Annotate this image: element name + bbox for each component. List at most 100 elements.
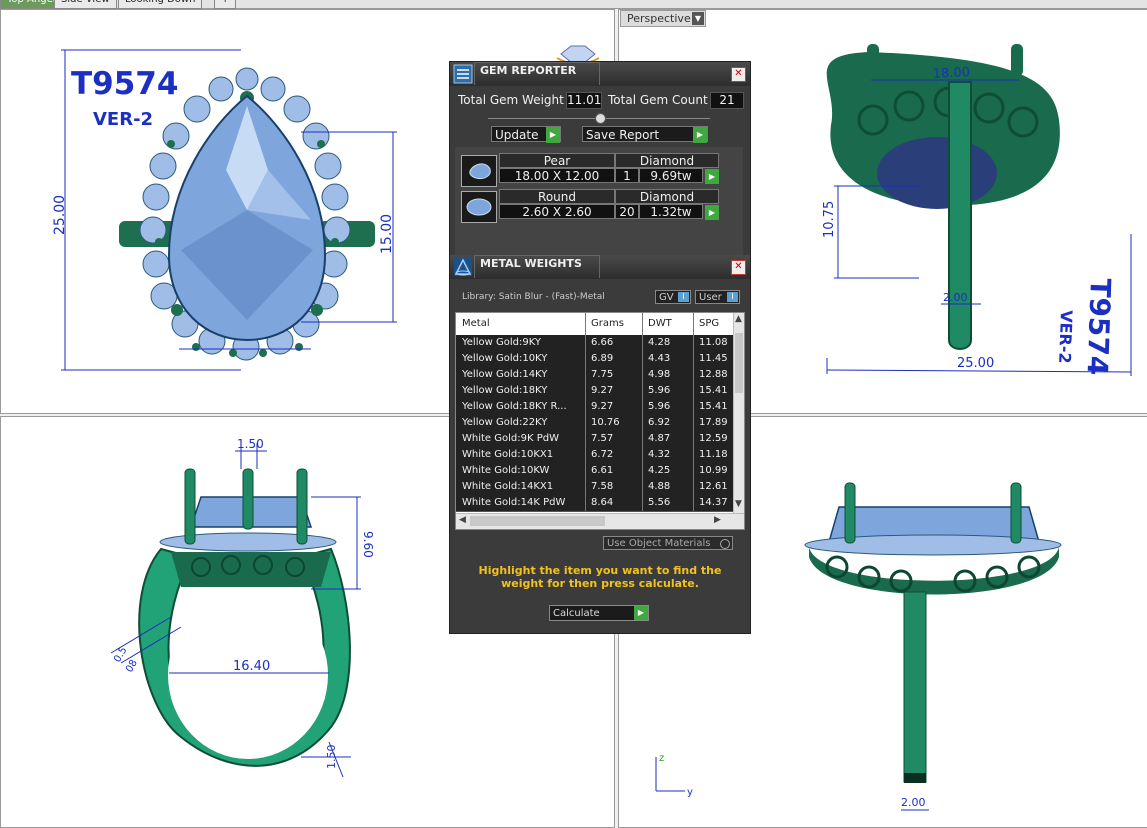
dim-shank-label: 1.50 <box>325 745 338 770</box>
metal-weights-header[interactable]: METAL WEIGHTS ✕ <box>450 255 750 279</box>
cell-metal: Yellow Gold:18KY <box>462 385 548 396</box>
axis-y-label: y <box>687 787 693 798</box>
dim-angled-label-1: 0.5 <box>112 645 129 664</box>
update-label: Update <box>495 128 539 142</box>
cell-dwt: 5.96 <box>648 401 671 412</box>
gem-reporter-icon <box>453 64 473 84</box>
tab-add[interactable]: + <box>214 0 237 9</box>
cell-metal: White Gold:14KX1 <box>462 481 554 492</box>
total-gem-weight-value: 11.01 <box>566 92 602 109</box>
gv-toggle[interactable]: GV I <box>655 290 691 304</box>
play-icon: ▶ <box>634 606 648 620</box>
cell-spg: 15.41 <box>699 385 728 396</box>
total-gem-count-label: Total Gem Count <box>608 93 708 107</box>
scroll-thumb[interactable] <box>735 333 743 393</box>
column-header-spg[interactable]: SPG <box>699 318 719 329</box>
column-divider <box>585 313 586 511</box>
dim-shank-label: 2.00 <box>901 796 926 809</box>
scroll-left-icon[interactable]: ◀ <box>459 515 466 525</box>
metal-weights-icon <box>454 258 472 276</box>
cell-dwt: 4.32 <box>648 449 671 460</box>
column-divider <box>642 313 643 511</box>
gem-size: 2.60 X 2.60 <box>499 204 615 219</box>
column-header-metal[interactable]: Metal <box>462 318 490 329</box>
cell-metal: Yellow Gold:18KY R... <box>462 401 567 412</box>
dim-inner-label: 16.40 <box>233 659 270 674</box>
gem-reporter-header[interactable]: GEM REPORTER ✕ <box>450 62 750 86</box>
cell-spg: 11.08 <box>699 337 728 348</box>
axis-z-label: z <box>659 753 664 764</box>
view-tab-strip: Top Angel Side View Looking Down + <box>0 0 1147 9</box>
update-button[interactable]: Update ▶ <box>491 126 561 143</box>
dim-height-label: 25.00 <box>52 195 68 235</box>
cell-metal: White Gold:10KX1 <box>462 449 554 460</box>
dim-inner-label: 15.00 <box>379 214 395 254</box>
total-gem-weight-label: Total Gem Weight <box>458 93 564 107</box>
version-label: VER-2 <box>93 109 153 130</box>
use-object-materials-toggle[interactable]: Use Object Materials <box>603 536 733 550</box>
gem-select-button[interactable]: ▶ <box>705 169 719 184</box>
mirrored-version: VER-2 <box>1055 310 1076 364</box>
gem-size: 18.00 X 12.00 <box>499 168 615 183</box>
cell-grams: 10.76 <box>591 417 620 428</box>
cell-metal: Yellow Gold:9KY <box>462 337 541 348</box>
cell-grams: 6.61 <box>591 465 614 476</box>
gem-select-button[interactable]: ▶ <box>705 205 719 220</box>
mirrored-model-id: T9574 <box>1081 278 1117 376</box>
play-icon: ▶ <box>546 127 560 143</box>
close-icon[interactable]: ✕ <box>731 260 746 275</box>
gem-count: 1 <box>615 168 639 183</box>
dim-angled-label-2: 08 <box>124 658 140 675</box>
toggle-icon: I <box>727 292 738 302</box>
gem-row[interactable]: Pear Diamond 18.00 X 12.00 1 9.69tw ▶ <box>459 153 719 189</box>
library-label: Library: Satin Blur - (Fast)-Metal <box>462 292 605 302</box>
metal-weights-title: METAL WEIGHTS <box>480 257 582 270</box>
gem-row[interactable]: Round Diamond 2.60 X 2.60 20 1.32tw ▶ <box>459 189 719 225</box>
radio-icon <box>720 539 730 549</box>
cell-spg: 11.45 <box>699 353 728 364</box>
cell-dwt: 5.96 <box>648 385 671 396</box>
save-report-button[interactable]: Save Report ▶ <box>582 126 708 143</box>
dim-top-label: 18.00 <box>932 65 970 82</box>
user-toggle[interactable]: User I <box>695 290 740 304</box>
dim-bottom-label: 25.00 <box>957 356 994 371</box>
dim-shank-label: 2.00 <box>943 291 968 304</box>
cell-metal: Yellow Gold:22KY <box>462 417 548 428</box>
scroll-thumb[interactable] <box>470 516 605 526</box>
cell-dwt: 4.25 <box>648 465 671 476</box>
slider-handle[interactable] <box>595 113 606 124</box>
cell-spg: 14.37 <box>699 497 728 508</box>
calculate-label: Calculate <box>553 608 600 619</box>
cell-metal: White Gold:10KW <box>462 465 550 476</box>
vertical-scrollbar[interactable]: ▲ ▼ <box>733 313 744 513</box>
cell-metal: Yellow Gold:14KY <box>462 369 548 380</box>
cell-metal: White Gold:14K PdW <box>462 497 566 508</box>
cell-spg: 12.59 <box>699 433 728 444</box>
cell-spg: 11.18 <box>699 449 728 460</box>
gem-reporter-panel: GEM REPORTER ✕ Total Gem Weight 11.01 To… <box>449 61 751 634</box>
dim-side-label: 10.75 <box>822 201 837 238</box>
cell-spg: 17.89 <box>699 417 728 428</box>
calculate-button[interactable]: Calculate ▶ <box>549 605 649 621</box>
cell-grams: 6.89 <box>591 353 614 364</box>
scroll-right-icon[interactable]: ▶ <box>714 515 721 525</box>
tab-side-view[interactable]: Side View <box>54 0 117 9</box>
close-icon[interactable]: ✕ <box>731 67 746 82</box>
cell-metal: White Gold:9K PdW <box>462 433 559 444</box>
gem-weight: 9.69tw <box>639 168 703 183</box>
scroll-down-icon[interactable]: ▼ <box>735 499 742 509</box>
column-header-grams[interactable]: Grams <box>591 318 624 329</box>
cell-grams: 7.58 <box>591 481 614 492</box>
cell-metal: Yellow Gold:10KY <box>462 353 548 364</box>
cell-dwt: 4.28 <box>648 337 671 348</box>
column-header-dwt[interactable]: DWT <box>648 318 672 329</box>
perspective-dropdown[interactable]: Perspective ▼ <box>620 10 706 27</box>
total-gem-count-value: 21 <box>710 92 744 109</box>
tab-looking-down[interactable]: Looking Down <box>118 0 203 9</box>
model-id-label: T9574 <box>71 66 178 102</box>
horizontal-scrollbar[interactable]: ◀ ▶ <box>456 513 744 529</box>
scroll-up-icon[interactable]: ▲ <box>735 314 742 324</box>
chevron-down-icon[interactable]: ▼ <box>692 12 704 25</box>
use-object-materials-label: Use Object Materials <box>607 538 711 549</box>
dim-height-label: 9.60 <box>361 531 375 558</box>
